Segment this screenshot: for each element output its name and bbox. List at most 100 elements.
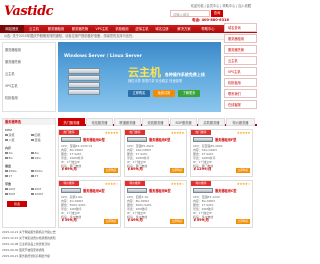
product-card[interactable]: 特价推荐 ★★★★☆ 服务器租用B型 CPU：四核3.1G 内存：8G DDR3… xyxy=(124,180,187,228)
product-card[interactable]: 特价推荐 ★★★★☆ 服务器租用C型 CPU：至强E3-1230 内存：8G D… xyxy=(190,180,253,228)
filter-option[interactable]: 四核 xyxy=(31,133,41,137)
checkbox[interactable] xyxy=(31,156,34,160)
server-icon xyxy=(61,137,81,142)
banner-more-button[interactable]: 了解更多 xyxy=(178,90,200,97)
checkbox[interactable] xyxy=(5,133,8,137)
buy-button[interactable]: 立即购买 xyxy=(236,219,250,224)
checkbox[interactable] xyxy=(31,138,34,142)
nav-item-vps[interactable]: VPS主机 xyxy=(92,25,112,33)
quick-link[interactable]: 服务器托管 xyxy=(224,45,257,54)
checkbox[interactable] xyxy=(31,174,34,178)
notice-bar[interactable]: 公告: 关于2015年国庆节假期安排的通知，请各位用户提前做好准备，感谢您的支持… xyxy=(0,33,257,40)
checkbox[interactable] xyxy=(5,138,8,142)
news-item[interactable]: 2015-10-15 关于域名续费价格调整的通知 xyxy=(2,236,56,240)
buy-button[interactable]: 立即购买 xyxy=(170,219,184,224)
filter-option[interactable]: 1T xyxy=(5,174,12,178)
filter-option[interactable]: 双核 xyxy=(5,133,15,137)
server-icon xyxy=(127,137,147,142)
checkbox[interactable] xyxy=(5,151,8,155)
checkbox[interactable] xyxy=(5,187,8,191)
nav-item-home[interactable]: 网站首页 xyxy=(0,25,24,33)
banner-trial-button[interactable]: 免费试用 xyxy=(153,90,175,97)
news-item[interactable]: 2015-09-21 服务器托管机房网络升级 xyxy=(2,254,56,258)
tab-ddos[interactable]: 高防服务器 xyxy=(198,118,225,126)
side-item[interactable]: 机柜租用 xyxy=(5,95,18,100)
checkbox[interactable] xyxy=(31,192,34,196)
banner-os-title: Windows Server / Linux Server xyxy=(64,54,142,59)
site-logo[interactable]: Vastidc xyxy=(4,4,54,22)
filter-option[interactable]: 250G xyxy=(5,169,17,173)
nav-item-solutions[interactable]: 解决方案 xyxy=(172,25,196,33)
server-icon xyxy=(193,188,213,193)
checkbox[interactable] xyxy=(5,192,8,196)
product-name[interactable]: 服务器租用C型 xyxy=(215,188,236,193)
tab-bgp[interactable]: BGP服务器 xyxy=(170,118,197,126)
checkbox[interactable] xyxy=(31,187,34,191)
side-item[interactable]: 服务器租用 xyxy=(5,47,21,52)
side-item[interactable]: VPS主机 xyxy=(5,83,18,88)
filter-option[interactable]: 16G xyxy=(31,156,41,160)
quick-link[interactable]: 机柜租用 xyxy=(224,78,257,87)
buy-button[interactable]: 立即购买 xyxy=(104,168,118,173)
checkbox[interactable] xyxy=(5,156,8,160)
filter-option[interactable]: 50M xyxy=(5,192,15,196)
checkbox[interactable] xyxy=(5,174,8,178)
tab-unicom[interactable]: 联通服务器 xyxy=(114,118,141,126)
news-item[interactable]: 2015-10-21 关于网站服务器机房升级公告通知 xyxy=(2,230,56,234)
checkbox[interactable] xyxy=(5,169,8,173)
nav-item-hosting[interactable]: 服务器托管 xyxy=(68,25,92,33)
nav-item-cloud[interactable]: 云主机 xyxy=(24,25,44,33)
quick-link[interactable]: 服务器租用 xyxy=(224,34,257,43)
filter-option[interactable]: 10M xyxy=(5,187,15,191)
domain-search-input[interactable]: 请输入域名 xyxy=(170,10,210,17)
domain-search-button[interactable]: 查询 xyxy=(211,10,223,17)
quick-link[interactable]: 域名查询 xyxy=(224,23,257,32)
news-item[interactable]: 2015-09-30 国庆节放假安排通知 xyxy=(2,248,56,252)
hero-banner[interactable]: Windows Server / Linux Server 云主机 各种操作系统… xyxy=(58,42,221,112)
tab-special[interactable]: 特价服务器 xyxy=(226,118,255,126)
side-item[interactable]: 服务器托管 xyxy=(5,59,21,64)
nav-item-vhost[interactable]: 虚拟主机 xyxy=(132,25,152,33)
filter-option[interactable]: 4G xyxy=(31,151,39,155)
filter-option[interactable]: 至强 xyxy=(31,138,41,142)
product-name[interactable]: 服务器租用B型 xyxy=(149,188,171,193)
filter-option[interactable]: 2T xyxy=(31,174,38,178)
tab-dual[interactable]: 双线服务器 xyxy=(142,118,169,126)
filter-option[interactable]: 20M xyxy=(31,187,41,191)
filter-option[interactable]: 100M xyxy=(31,192,43,196)
product-card[interactable]: 特价推荐 ★★★★☆ 服务器租用A型 CPU：双核2.6G 内存：4G DDR3… xyxy=(58,180,121,228)
quick-link[interactable]: 联系我们 xyxy=(224,89,257,98)
product-name[interactable]: 服务器租用F型 xyxy=(215,137,236,142)
nav-item-domain[interactable]: 域名注册 xyxy=(152,25,172,33)
banner-buy-button[interactable]: 立即购买 xyxy=(128,90,150,97)
filter-submit-button[interactable]: 筛选 xyxy=(7,201,27,207)
filter-option[interactable]: 八核 xyxy=(5,138,15,142)
top-links[interactable]: 欢迎光临 | 会员中心 | 帮助中心 | 加入收藏 xyxy=(191,3,251,8)
product-card[interactable]: 热门推荐 ★★★★★ 服务器租用E型 CPU：至强E5-2620 内存：16G … xyxy=(124,129,187,177)
nav-item-rent[interactable]: 服务器租用 xyxy=(44,25,68,33)
product-card[interactable]: 热门推荐 ★★★★★ 服务器租用D型 CPU：至强E3-1230 V2 内存：8… xyxy=(58,129,121,177)
product-name[interactable]: 服务器租用A型 xyxy=(83,188,105,193)
nav-item-rack[interactable]: 机柜租用 xyxy=(112,25,132,33)
filter-option[interactable]: 2G xyxy=(5,151,13,155)
quick-link[interactable]: 在线客服 xyxy=(224,100,257,109)
product-name[interactable]: 服务器租用E型 xyxy=(149,137,170,142)
buy-button[interactable]: 立即购买 xyxy=(170,168,184,173)
quick-link[interactable]: 云主机 xyxy=(224,56,257,65)
checkbox[interactable] xyxy=(31,133,34,137)
side-item[interactable]: 云主机 xyxy=(5,71,15,76)
quick-link[interactable]: VPS主机 xyxy=(224,67,257,76)
nav-item-help[interactable]: 帮助中心 xyxy=(196,25,220,33)
tab-hot[interactable]: 热门服务器 xyxy=(58,118,85,126)
checkbox[interactable] xyxy=(31,151,34,155)
buy-button[interactable]: 立即购买 xyxy=(236,168,250,173)
filter-option[interactable]: 500G xyxy=(31,169,43,173)
buy-button[interactable]: 立即购买 xyxy=(104,219,118,224)
filter-option-label: 16G xyxy=(34,156,41,160)
product-card[interactable]: 热门推荐 ★★★★★ 服务器租用F型 CPU：双至强E5-2620 内存：32G… xyxy=(190,129,253,177)
tab-telecom[interactable]: 电信服务器 xyxy=(86,118,113,126)
product-name[interactable]: 服务器租用D型 xyxy=(83,137,105,142)
checkbox[interactable] xyxy=(31,169,34,173)
news-item[interactable]: 2015-10-08 云主机新品上线优惠活动 xyxy=(2,242,56,246)
filter-option[interactable]: 8G xyxy=(5,156,13,160)
